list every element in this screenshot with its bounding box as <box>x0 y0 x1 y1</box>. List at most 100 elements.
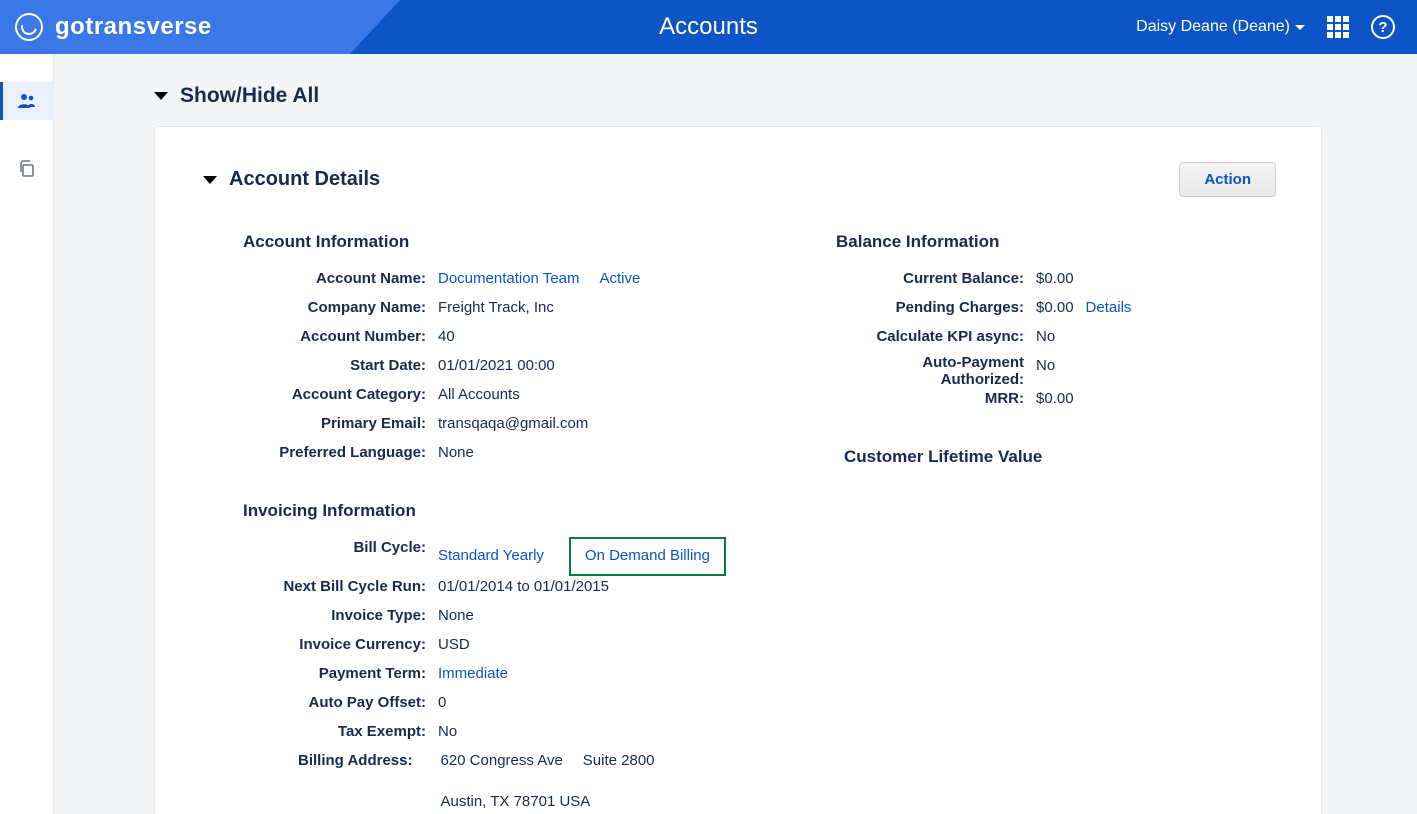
balance-info-title: Balance Information <box>836 232 1276 252</box>
header-brand-area: gotransverse <box>0 0 400 54</box>
app-header: gotransverse Accounts Daisy Deane (Deane… <box>0 0 1417 54</box>
billing-address-line2: Suite 2800 <box>583 750 655 771</box>
field-auto-payment-authorized: Auto-Payment Authorized: No <box>836 355 1276 388</box>
field-invoice-type: Invoice Type: None <box>243 605 796 634</box>
label-invoice-currency: Invoice Currency: <box>243 634 438 657</box>
value-company-name: Freight Track, Inc <box>438 297 554 320</box>
account-details-card: Account Details Action Account Informati… <box>154 126 1322 814</box>
sidebar-item-copy[interactable] <box>0 150 54 188</box>
label-tax-exempt: Tax Exempt: <box>243 721 438 744</box>
label-current-balance: Current Balance: <box>836 268 1036 291</box>
field-account-name: Account Name: Documentation Team Active <box>243 268 796 297</box>
right-column: Balance Information Current Balance: $0.… <box>836 232 1276 812</box>
field-bill-cycle: Bill Cycle: Standard Yearly On Demand Bi… <box>243 537 796 576</box>
value-account-category: All Accounts <box>438 384 520 407</box>
field-auto-pay-offset: Auto Pay Offset: 0 <box>243 692 796 721</box>
account-details-toggle[interactable]: Account Details <box>203 168 380 191</box>
label-start-date: Start Date: <box>243 355 438 378</box>
field-account-number: Account Number: 40 <box>243 326 796 355</box>
label-payment-term: Payment Term: <box>243 663 438 686</box>
field-preferred-language: Preferred Language: None <box>243 442 796 471</box>
label-next-bill-cycle-run: Next Bill Cycle Run: <box>243 576 438 599</box>
users-icon <box>17 93 37 109</box>
sidebar <box>0 54 54 814</box>
content-area: Show/Hide All Account Details Action Acc… <box>54 54 1417 814</box>
page-title: Accounts <box>659 13 758 41</box>
field-tax-exempt: Tax Exempt: No <box>243 721 796 750</box>
value-pending-charges: $0.00 <box>1036 297 1074 320</box>
field-company-name: Company Name: Freight Track, Inc <box>243 297 796 326</box>
value-invoice-type: None <box>438 605 474 628</box>
value-current-balance: $0.00 <box>1036 268 1074 291</box>
label-billing-address: Billing Address: <box>243 750 424 773</box>
billing-address-line1: 620 Congress Ave <box>440 750 562 771</box>
label-auto-payment-authorized: Auto-Payment Authorized: <box>836 355 1036 388</box>
caret-down-icon <box>1295 25 1305 30</box>
value-preferred-language: None <box>438 442 474 465</box>
field-payment-term: Payment Term: Immediate <box>243 663 796 692</box>
on-demand-billing-highlight: On Demand Billing <box>569 537 726 576</box>
header-right: Daisy Deane (Deane) ? <box>1136 15 1417 39</box>
label-company-name: Company Name: <box>243 297 438 320</box>
field-mrr: MRR: $0.00 <box>836 388 1276 417</box>
field-current-balance: Current Balance: $0.00 <box>836 268 1276 297</box>
account-name-link[interactable]: Documentation Team <box>438 268 579 291</box>
bill-cycle-link[interactable]: Standard Yearly <box>438 545 544 568</box>
brand-name: gotransverse <box>55 13 212 41</box>
clv-title: Customer Lifetime Value <box>844 447 1276 467</box>
value-tax-exempt: No <box>438 721 457 744</box>
field-invoice-currency: Invoice Currency: USD <box>243 634 796 663</box>
value-primary-email: transqaqa@gmail.com <box>438 413 588 436</box>
value-auto-payment-authorized: No <box>1036 355 1055 378</box>
payment-term-link[interactable]: Immediate <box>438 663 508 686</box>
label-bill-cycle: Bill Cycle: <box>243 537 438 560</box>
field-calculate-kpi-async: Calculate KPI async: No <box>836 326 1276 355</box>
label-primary-email: Primary Email: <box>243 413 438 436</box>
value-auto-pay-offset: 0 <box>438 692 446 715</box>
copy-icon <box>18 160 36 178</box>
field-pending-charges: Pending Charges: $0.00 Details <box>836 297 1276 326</box>
label-calculate-kpi-async: Calculate KPI async: <box>836 326 1036 349</box>
label-pending-charges: Pending Charges: <box>836 297 1036 320</box>
value-mrr: $0.00 <box>1036 388 1074 411</box>
field-next-bill-cycle-run: Next Bill Cycle Run: 01/01/2014 to 01/01… <box>243 576 796 605</box>
help-icon[interactable]: ? <box>1371 15 1395 39</box>
field-account-category: Account Category: All Accounts <box>243 384 796 413</box>
label-mrr: MRR: <box>836 388 1036 411</box>
field-start-date: Start Date: 01/01/2021 00:00 <box>243 355 796 384</box>
field-primary-email: Primary Email: transqaqa@gmail.com <box>243 413 796 442</box>
label-account-name: Account Name: <box>243 268 438 291</box>
action-button[interactable]: Action <box>1179 162 1276 197</box>
card-header: Account Details Action <box>203 162 1276 197</box>
show-hide-toggle[interactable]: Show/Hide All <box>154 84 1322 108</box>
account-status-link[interactable]: Active <box>599 268 640 291</box>
label-preferred-language: Preferred Language: <box>243 442 438 465</box>
details-columns: Account Information Account Name: Docume… <box>203 232 1276 812</box>
account-info-title: Account Information <box>243 232 796 252</box>
card-title: Account Details <box>229 168 380 191</box>
value-next-bill-cycle-run: 01/01/2014 to 01/01/2015 <box>438 576 609 599</box>
billing-address-line3: Austin, TX 78701 USA <box>440 791 590 812</box>
brand-logo-icon <box>15 13 43 41</box>
sidebar-item-accounts[interactable] <box>0 82 54 120</box>
field-billing-address: Billing Address: 620 Congress Ave Suite … <box>243 750 796 812</box>
apps-grid-icon[interactable] <box>1327 16 1349 38</box>
caret-down-icon <box>154 92 168 100</box>
user-menu[interactable]: Daisy Deane (Deane) <box>1136 18 1305 36</box>
label-account-category: Account Category: <box>243 384 438 407</box>
value-calculate-kpi-async: No <box>1036 326 1055 349</box>
value-account-number: 40 <box>438 326 455 349</box>
left-column: Account Information Account Name: Docume… <box>203 232 796 812</box>
show-hide-label: Show/Hide All <box>180 84 319 108</box>
value-billing-address: 620 Congress Ave Suite 2800 Austin, TX 7… <box>424 750 796 812</box>
brand-logo[interactable]: gotransverse <box>15 13 212 41</box>
invoicing-info-title: Invoicing Information <box>243 501 796 521</box>
label-auto-pay-offset: Auto Pay Offset: <box>243 692 438 715</box>
main-layout: Show/Hide All Account Details Action Acc… <box>0 54 1417 814</box>
caret-down-icon <box>203 176 217 184</box>
value-start-date: 01/01/2021 00:00 <box>438 355 555 378</box>
label-account-number: Account Number: <box>243 326 438 349</box>
details-link[interactable]: Details <box>1086 297 1132 320</box>
value-invoice-currency: USD <box>438 634 470 657</box>
on-demand-billing-link[interactable]: On Demand Billing <box>585 547 710 564</box>
